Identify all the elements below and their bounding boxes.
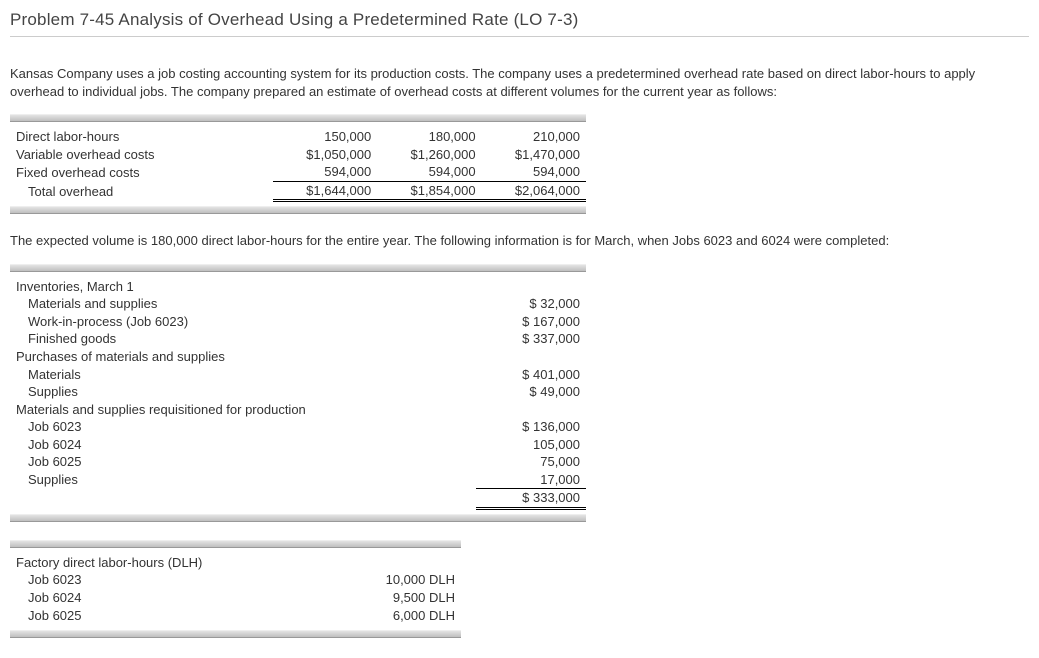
table-row-total: Total overhead $1,644,000 $1,854,000 $2,… xyxy=(10,181,586,201)
cell-label: Job 6024 xyxy=(10,436,476,454)
table-row-header: Purchases of materials and supplies xyxy=(10,348,586,366)
table-row: Supplies $ 49,000 xyxy=(10,383,586,401)
table-row: Materials and supplies $ 32,000 xyxy=(10,295,586,313)
cell-value: 594,000 xyxy=(377,163,481,181)
table-row-total: $ 333,000 xyxy=(10,489,586,509)
table2-top-bar xyxy=(10,264,586,272)
cell-label: Job 6025 xyxy=(10,453,476,471)
cell-value: $ 337,000 xyxy=(476,330,586,348)
cell-label: Purchases of materials and supplies xyxy=(10,348,476,366)
cell-value: $2,064,000 xyxy=(482,181,586,201)
cell-label: Job 6023 xyxy=(10,571,330,589)
cell-label: Factory direct labor-hours (DLH) xyxy=(10,554,330,572)
cell-label: Direct labor-hours xyxy=(10,128,273,146)
cell-value: 10,000 DLH xyxy=(330,571,461,589)
cell-value: 180,000 xyxy=(377,128,481,146)
table-row: Supplies 17,000 xyxy=(10,471,586,489)
intro-paragraph: Kansas Company uses a job costing accoun… xyxy=(10,65,1029,100)
table3-top-bar xyxy=(10,540,461,548)
table2-bottom-bar xyxy=(10,514,586,522)
cell-value: 594,000 xyxy=(273,163,377,181)
overhead-estimate-table: Direct labor-hours 150,000 180,000 210,0… xyxy=(10,128,586,202)
cell-value: 9,500 DLH xyxy=(330,589,461,607)
cell-value xyxy=(476,401,586,419)
cell-label: Variable overhead costs xyxy=(10,146,273,164)
cell-label: Job 6024 xyxy=(10,589,330,607)
cell-value: $ 32,000 xyxy=(476,295,586,313)
cell-value: $1,470,000 xyxy=(482,146,586,164)
cell-label: Materials and supplies xyxy=(10,295,476,313)
table1-top-bar xyxy=(10,114,586,122)
cell-label: Materials and supplies requisitioned for… xyxy=(10,401,476,419)
cell-label: Total overhead xyxy=(10,181,273,201)
page-title: Problem 7-45 Analysis of Overhead Using … xyxy=(10,10,1029,30)
cell-value: 17,000 xyxy=(476,471,586,489)
mid-paragraph: The expected volume is 180,000 direct la… xyxy=(10,232,1029,250)
table-row: Fixed overhead costs 594,000 594,000 594… xyxy=(10,163,586,181)
table-row: Direct labor-hours 150,000 180,000 210,0… xyxy=(10,128,586,146)
cell-value: 150,000 xyxy=(273,128,377,146)
cell-value: 594,000 xyxy=(482,163,586,181)
table-row: Work-in-process (Job 6023) $ 167,000 xyxy=(10,313,586,331)
cell-label: Fixed overhead costs xyxy=(10,163,273,181)
dlh-table: Factory direct labor-hours (DLH) Job 602… xyxy=(10,554,461,624)
table-row: Variable overhead costs $1,050,000 $1,26… xyxy=(10,146,586,164)
table-row: Job 6025 75,000 xyxy=(10,453,586,471)
table-row: Job 6023 $ 136,000 xyxy=(10,418,586,436)
cell-value: $ 49,000 xyxy=(476,383,586,401)
table-row: Finished goods $ 337,000 xyxy=(10,330,586,348)
cell-value: 6,000 DLH xyxy=(330,607,461,625)
cell-label: Work-in-process (Job 6023) xyxy=(10,313,476,331)
table-row: Job 6024 9,500 DLH xyxy=(10,589,461,607)
cell-label: Finished goods xyxy=(10,330,476,348)
table3-bottom-bar xyxy=(10,630,461,638)
cell-label: Materials xyxy=(10,366,476,384)
cell-label: Job 6023 xyxy=(10,418,476,436)
cell-value: $ 167,000 xyxy=(476,313,586,331)
table-row-header: Factory direct labor-hours (DLH) xyxy=(10,554,461,572)
cell-label: Supplies xyxy=(10,383,476,401)
cell-value: $1,050,000 xyxy=(273,146,377,164)
cell-value: $ 136,000 xyxy=(476,418,586,436)
cell-label: Job 6025 xyxy=(10,607,330,625)
table1-bottom-bar xyxy=(10,206,586,214)
table-row: Job 6023 10,000 DLH xyxy=(10,571,461,589)
cell-label: Supplies xyxy=(10,471,476,489)
cell-value xyxy=(476,278,586,296)
cell-value xyxy=(330,554,461,572)
march-info-table: Inventories, March 1 Materials and suppl… xyxy=(10,278,586,510)
cell-value xyxy=(476,348,586,366)
table-row-header: Materials and supplies requisitioned for… xyxy=(10,401,586,419)
cell-label xyxy=(10,489,476,509)
cell-value: $1,260,000 xyxy=(377,146,481,164)
table-row: Job 6025 6,000 DLH xyxy=(10,607,461,625)
cell-value: 75,000 xyxy=(476,453,586,471)
table-row-header: Inventories, March 1 xyxy=(10,278,586,296)
cell-value: $ 333,000 xyxy=(476,489,586,509)
title-divider xyxy=(10,36,1029,37)
cell-value: 105,000 xyxy=(476,436,586,454)
cell-label: Inventories, March 1 xyxy=(10,278,476,296)
table-row: Job 6024 105,000 xyxy=(10,436,586,454)
cell-value: $1,854,000 xyxy=(377,181,481,201)
table-row: Materials $ 401,000 xyxy=(10,366,586,384)
cell-value: $ 401,000 xyxy=(476,366,586,384)
cell-value: $1,644,000 xyxy=(273,181,377,201)
cell-value: 210,000 xyxy=(482,128,586,146)
